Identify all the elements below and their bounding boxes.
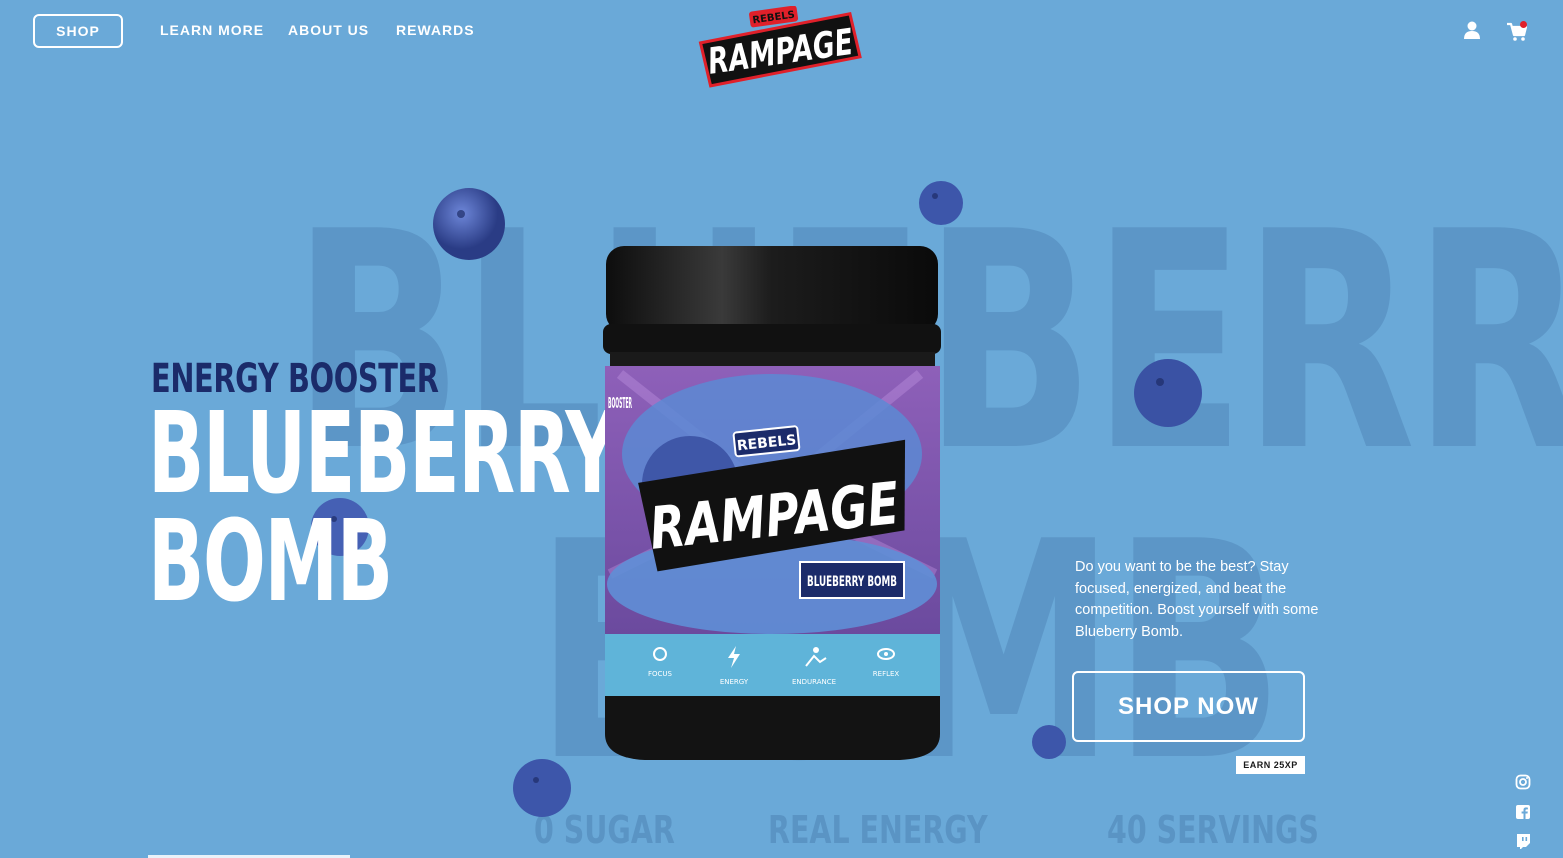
user-icon[interactable]	[1462, 20, 1484, 42]
product-jar-image: BOOSTER REBELS RAMPAGE BLUEBERRY BOMB FO…	[603, 246, 941, 760]
facebook-icon[interactable]	[1515, 804, 1533, 822]
nav-learn-more[interactable]: LEARN MORE	[160, 22, 264, 38]
product-description: Do you want to be the best? Stay focused…	[1075, 559, 1319, 640]
nav-shop-button[interactable]: SHOP	[33, 14, 123, 48]
jar-feature-endurance: ENDURANCE	[792, 678, 836, 686]
hero-title-line-2: BOMB	[148, 497, 393, 627]
jar-side-text: BOOSTER	[608, 394, 632, 412]
twitch-icon[interactable]	[1515, 833, 1533, 851]
blueberry-decoration	[1032, 725, 1066, 759]
shop-now-button[interactable]: SHOP NOW	[1072, 671, 1305, 742]
jar-feature-energy: ENERGY	[720, 678, 749, 686]
instagram-icon[interactable]	[1515, 774, 1533, 792]
earn-xp-badge: EARN 25XP	[1236, 756, 1305, 774]
nav-about-us[interactable]: ABOUT US	[288, 22, 369, 38]
stats-row: 0 SUGAR REAL ENERGY 40 SERVINGS	[534, 808, 1389, 852]
blueberry-decoration	[1134, 359, 1202, 427]
blueberry-decoration	[433, 188, 505, 260]
nav-rewards[interactable]: REWARDS	[396, 22, 475, 38]
cart-icon[interactable]	[1506, 20, 1528, 42]
stat-servings: 40 SERVINGS	[1106, 808, 1319, 852]
stat-energy: REAL ENERGY	[767, 808, 988, 852]
top-nav: SHOP LEARN MORE ABOUT US REWARDS REBELS …	[0, 0, 1563, 88]
hero-title: BLUEBERRY BOMB	[148, 389, 619, 627]
hero-title-line-1: BLUEBERRY	[148, 389, 619, 519]
jar-flavor: BLUEBERRY BOMB	[807, 574, 897, 590]
jar-feature-focus: FOCUS	[648, 670, 673, 678]
brand-logo[interactable]: REBELS RAMPAGE	[696, 5, 862, 90]
jar-feature-reflex: REFLEX	[873, 670, 900, 678]
cart-notification-dot	[1520, 21, 1527, 28]
blueberry-decoration	[919, 181, 963, 225]
blueberry-decoration	[513, 759, 571, 817]
